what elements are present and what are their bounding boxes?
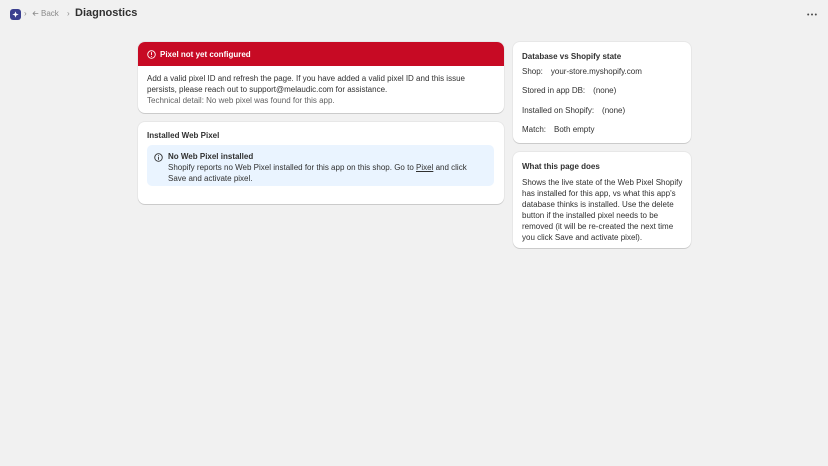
about-card: What this page does Shows the live state… — [513, 152, 691, 248]
info-notice: No Web Pixel installed Shopify reports n… — [147, 145, 494, 186]
back-label: Back — [41, 9, 59, 18]
error-banner-body: Add a valid pixel ID and refresh the pag… — [138, 66, 504, 106]
state-row-match: Match: Both empty — [522, 125, 594, 134]
state-label: Installed on Shopify: — [522, 106, 595, 115]
technical-detail: Technical detail: No web pixel was found… — [147, 96, 335, 105]
error-banner: Pixel not yet configured Add a valid pix… — [138, 42, 504, 113]
error-banner-header: Pixel not yet configured — [138, 42, 504, 66]
arrow-left-icon — [32, 11, 39, 16]
error-message: Add a valid pixel ID and refresh the pag… — [147, 74, 465, 94]
more-actions-button[interactable] — [804, 7, 820, 21]
pixel-link[interactable]: Pixel — [416, 163, 433, 172]
info-icon — [154, 153, 163, 162]
installed-pixel-card: Installed Web Pixel No Web Pixel install… — [138, 122, 504, 204]
state-row-shopify: Installed on Shopify: (none) — [522, 106, 625, 115]
state-value: (none) — [593, 86, 617, 95]
installed-pixel-title: Installed Web Pixel — [147, 131, 220, 140]
notice-title: No Web Pixel installed — [168, 152, 254, 161]
state-row-app-db: Stored in app DB: (none) — [522, 86, 616, 95]
state-value: your-store.myshopify.com — [550, 67, 642, 76]
state-row-shop: Shop: your-store.myshopify.com — [522, 67, 642, 76]
back-button[interactable]: Back — [32, 9, 59, 18]
breadcrumb-separator: › — [24, 9, 27, 18]
page-title: Diagnostics — [75, 7, 138, 19]
alert-circle-icon — [147, 49, 156, 59]
state-label: Shop: — [522, 67, 543, 76]
state-value: Both empty — [554, 125, 595, 134]
state-card-title: Database vs Shopify state — [522, 52, 622, 61]
about-description: Shows the live state of the Web Pixel Sh… — [522, 178, 683, 242]
notice-text-before: Shopify reports no Web Pixel installed f… — [168, 163, 414, 172]
state-label: Stored in app DB: — [522, 86, 586, 95]
state-value: (none) — [602, 106, 626, 115]
top-bar: › Back › Diagnostics — [0, 0, 828, 28]
notice-text: Shopify reports no Web Pixel installed f… — [168, 162, 486, 184]
state-card: Database vs Shopify state Shop: your-stor… — [513, 42, 691, 143]
state-label: Match: — [522, 125, 547, 134]
error-banner-title: Pixel not yet configured — [160, 49, 251, 59]
about-card-title: What this page does — [522, 162, 600, 171]
app-icon[interactable] — [10, 9, 21, 20]
breadcrumb-separator: › — [67, 9, 70, 18]
ellipsis-icon — [807, 13, 817, 15]
